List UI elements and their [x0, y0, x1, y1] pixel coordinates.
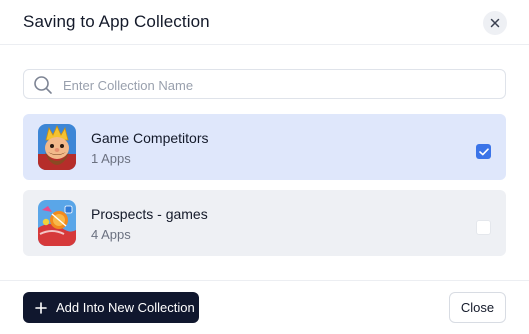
collection-checkbox-unchecked[interactable] — [476, 220, 491, 235]
collection-app-count: 1 Apps — [91, 151, 131, 166]
collection-checkbox-checked[interactable] — [476, 144, 491, 159]
collection-name: Prospects - games — [91, 206, 208, 222]
collection-item-game-competitors[interactable]: Game Competitors 1 Apps — [23, 114, 506, 180]
collection-search-input[interactable] — [61, 73, 495, 97]
checkmark-icon — [478, 147, 489, 155]
save-to-collection-dialog: Saving to App Collection Enter Collectio… — [0, 0, 529, 334]
plus-icon — [35, 301, 47, 314]
close-button[interactable]: Close — [449, 292, 506, 323]
add-into-new-collection-label: Add Into New Collection — [56, 300, 195, 315]
collection-app-count: 4 Apps — [91, 227, 131, 242]
dialog-header: Saving to App Collection — [0, 0, 529, 45]
collection-search-field[interactable] — [23, 69, 506, 99]
collection-item-prospects-games[interactable]: Prospects - games 4 Apps — [23, 190, 506, 256]
close-icon[interactable] — [483, 11, 507, 35]
king-character-app-icon — [38, 124, 76, 170]
dialog-title: Saving to App Collection — [23, 12, 210, 31]
add-into-new-collection-button[interactable]: Add Into New Collection — [23, 292, 199, 323]
collection-name: Game Competitors — [91, 130, 209, 146]
candy-app-icon — [38, 200, 76, 246]
search-icon — [34, 76, 52, 94]
